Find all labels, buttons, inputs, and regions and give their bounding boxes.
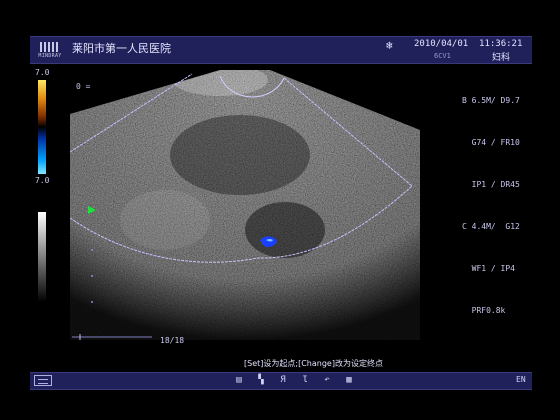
cursor-icon[interactable]: ▚ <box>254 374 268 387</box>
datetime: 2010/04/01 11:36:21 <box>414 39 523 49</box>
logo-text: MINDRAY <box>38 53 62 59</box>
hospital-name: 莱阳市第一人民医院 <box>72 42 171 55</box>
logo-bars-icon <box>40 42 60 52</box>
grayscale-bar <box>38 212 46 302</box>
colorbar-bottom-value: 7.0 <box>35 176 50 185</box>
colorbar-top-value: 7.0 <box>35 68 50 77</box>
c-mode-row-1: C 4.4M/ G12 <box>462 222 520 231</box>
tissue-speckle <box>70 70 420 340</box>
cine-scale[interactable] <box>72 334 152 340</box>
language-indicator[interactable]: EN <box>516 375 526 384</box>
frame-counter: 18/18 <box>160 336 185 345</box>
header-bar: MINDRAY 莱阳市第一人民医院 ❄ 2010/04/01 11:36:21 … <box>30 36 532 64</box>
b-mode-row-1: B 6.5M/ D9.7 <box>462 96 520 105</box>
mindray-logo: MINDRAY <box>34 40 66 60</box>
c-mode-row-3: PRF0.8k <box>471 306 506 315</box>
tool-icons: ▤ ▚ Я Ɩ ↶ ▦ <box>232 374 356 387</box>
flip-r-icon[interactable]: Я <box>276 374 290 387</box>
color-velocity-bar <box>38 80 46 174</box>
snowflake-icon: ❄ <box>386 39 393 52</box>
list-icon[interactable]: ▤ <box>232 374 246 387</box>
probe-label: 6CV1 <box>434 52 451 60</box>
flip-l-icon[interactable]: Ɩ <box>298 374 312 387</box>
b-mode-row-3: IP1 / DR45 <box>471 180 520 189</box>
department-label: 妇科 <box>492 53 511 63</box>
c-mode-row-2: WF1 / IP4 <box>471 264 515 273</box>
instruction-hint: [Set]设为起点;[Change]改为设定终点 <box>244 359 383 368</box>
ultrasound-image[interactable] <box>70 70 420 340</box>
rotate-icon[interactable]: ↶ <box>320 374 334 387</box>
bottom-toolbar: ▤ ▚ Я Ɩ ↶ ▦ EN <box>30 372 532 390</box>
b-mode-row-2: G74 / FR10 <box>471 138 520 147</box>
grid-icon[interactable]: ▦ <box>342 374 356 387</box>
imaging-parameters: B 6.5M/ D9.7 G74 / FR10 IP1 / DR45 C 4.4… <box>462 66 520 332</box>
keyboard-icon[interactable] <box>34 375 52 386</box>
